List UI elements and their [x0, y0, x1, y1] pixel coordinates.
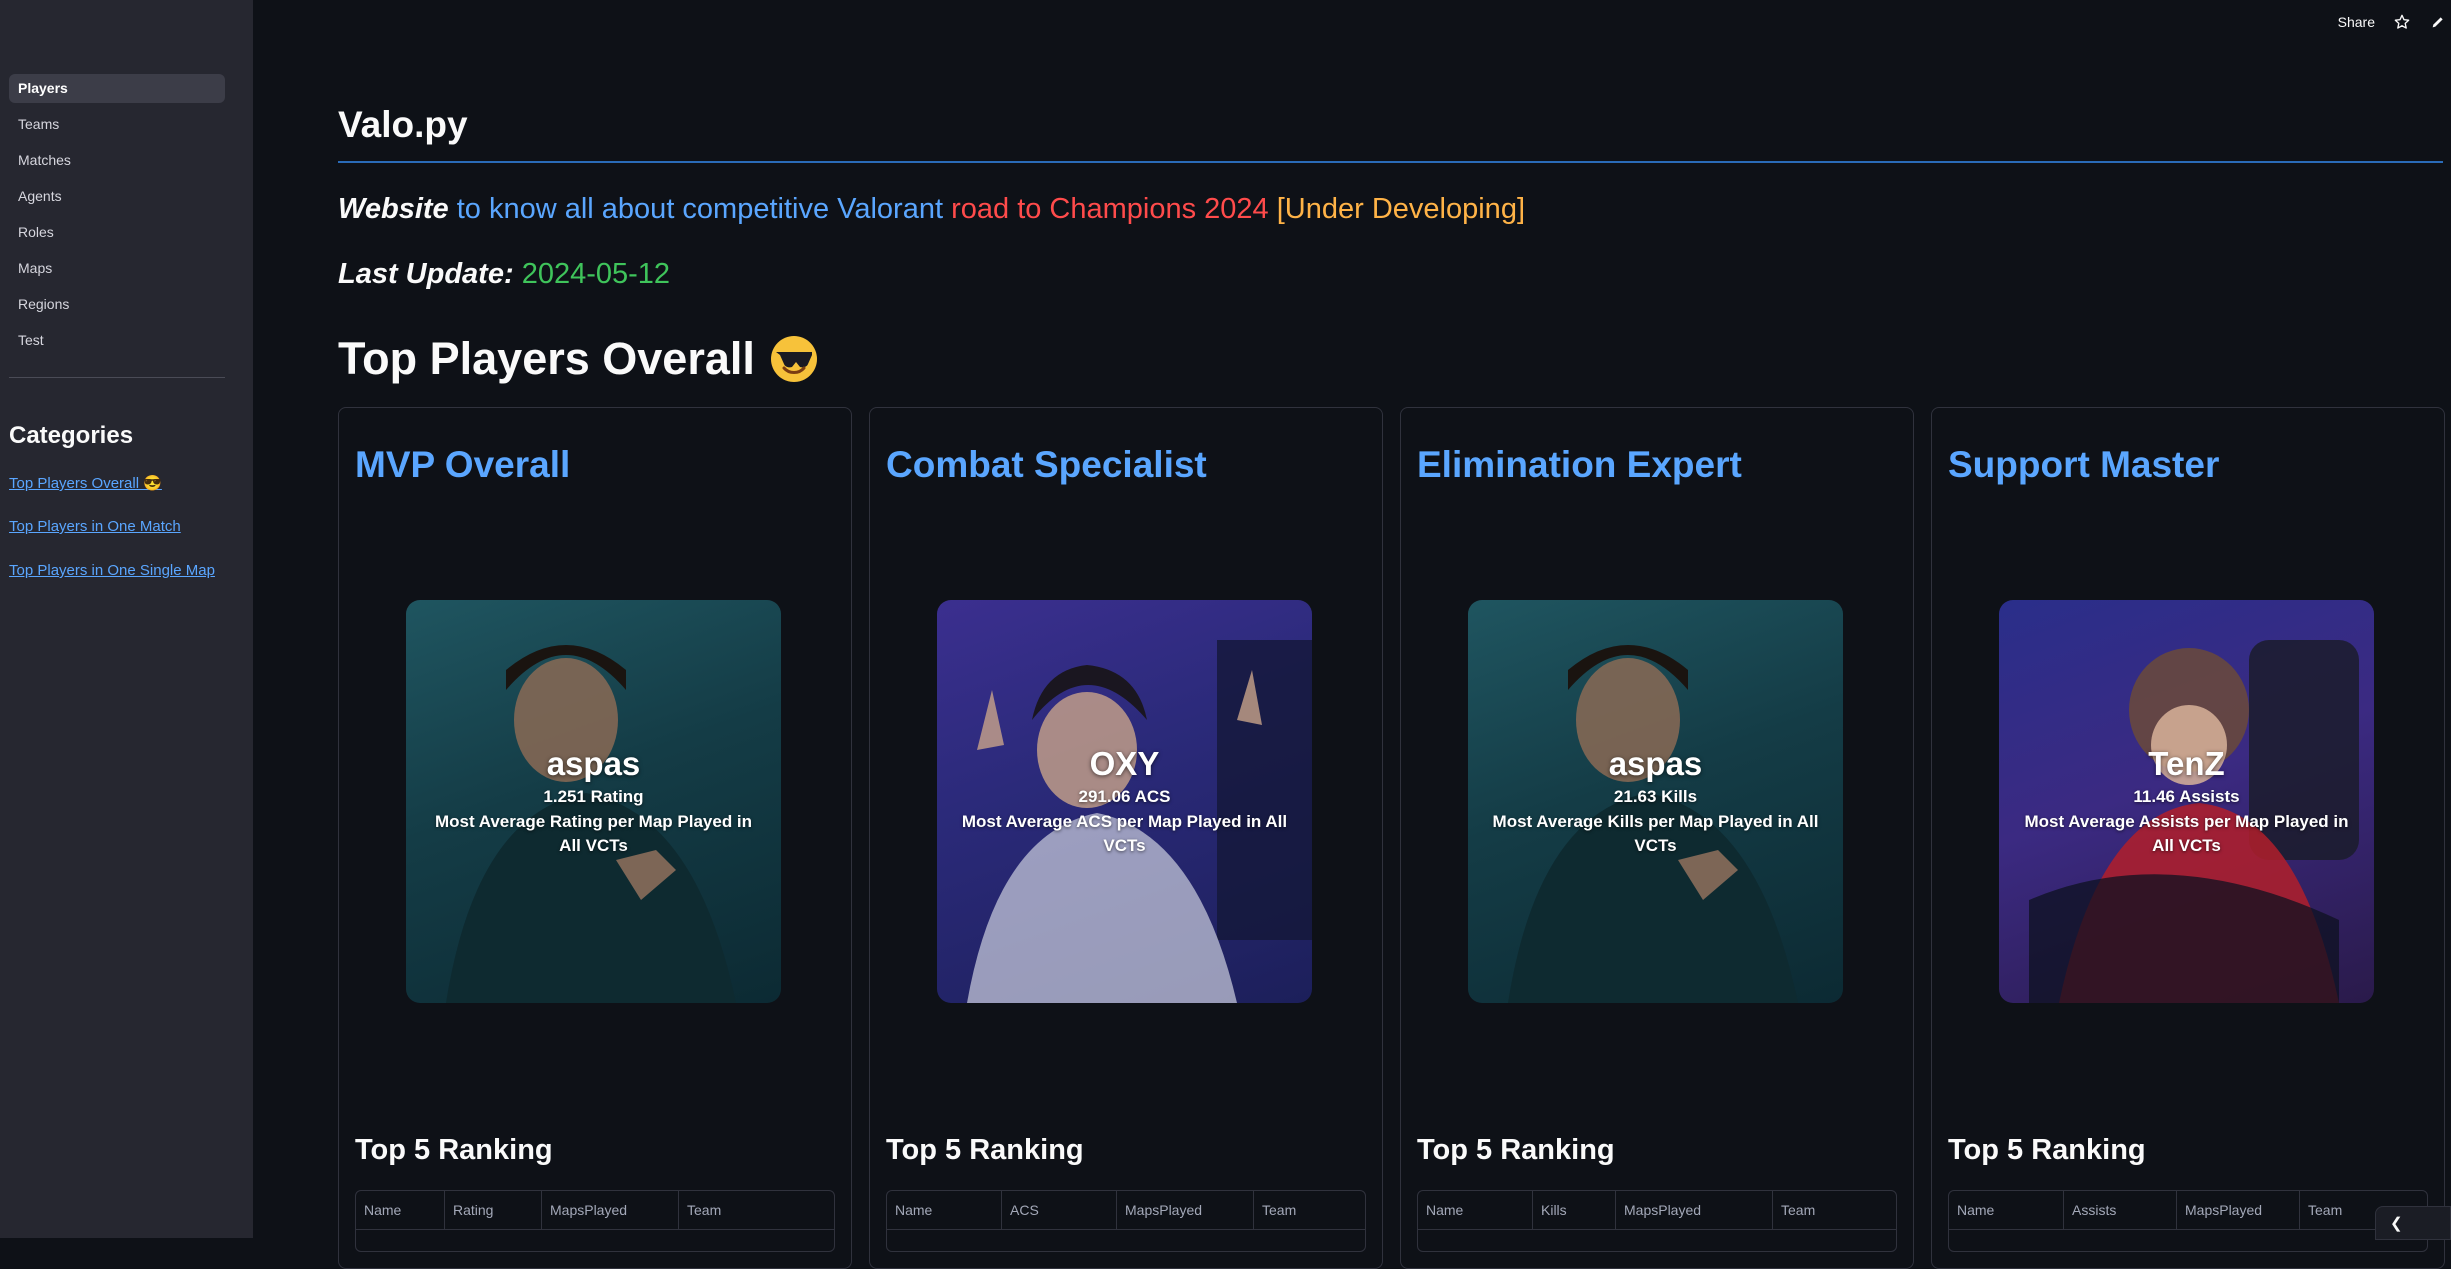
tagline-website: Website [338, 193, 449, 225]
player-name: aspas [1608, 745, 1703, 782]
ranking-title: Top 5 Ranking [355, 1134, 553, 1166]
player-description: Most Average ACS per Map Played in All V… [961, 812, 1288, 855]
sunglasses-emoji-icon [770, 336, 817, 382]
column-header[interactable]: Assists [2064, 1191, 2177, 1229]
ranking-title: Top 5 Ranking [1417, 1134, 1615, 1166]
sidebar-item-agents[interactable]: Agents [9, 182, 225, 211]
player-stat: 1.251 Rating [543, 787, 644, 806]
categories-links: Top Players Overall 😎 Top Players in One… [9, 474, 215, 606]
column-header[interactable]: Name [887, 1191, 1002, 1229]
card-mvp-overall: MVP Overall aspas 1.251 Rating Most Aver… [338, 407, 852, 1269]
column-header[interactable]: MapsPlayed [2177, 1191, 2300, 1229]
tagline: Website to know all about competitive Va… [338, 193, 1525, 226]
card-elimination-expert: Elimination Expert aspas 21.63 Kills Mos… [1400, 407, 1914, 1269]
star-icon[interactable] [2393, 13, 2411, 31]
ranking-title: Top 5 Ranking [1948, 1134, 2146, 1166]
card-title: Elimination Expert [1417, 444, 1742, 485]
player-name: TenZ [2148, 745, 2225, 782]
card-combat-specialist: Combat Specialist OXY 291.06 ACS Most Av… [869, 407, 1383, 1269]
column-header[interactable]: Team [679, 1191, 817, 1229]
column-header[interactable]: Name [1418, 1191, 1533, 1229]
sidebar-item-maps[interactable]: Maps [9, 254, 225, 283]
card-title: Combat Specialist [886, 444, 1207, 485]
player-image: OXY 291.06 ACS Most Average ACS per Map … [937, 600, 1312, 1003]
sidebar-item-roles[interactable]: Roles [9, 218, 225, 247]
page-title: Valo.py [338, 104, 468, 145]
column-header[interactable]: Name [356, 1191, 445, 1229]
top-toolbar: Share [2338, 10, 2451, 34]
sidebar-item-teams[interactable]: Teams [9, 110, 225, 139]
ranking-table-header: Name Rating MapsPlayed Team [356, 1191, 834, 1230]
collapse-panel-button[interactable]: ❮ [2375, 1206, 2451, 1240]
player-image: TenZ 11.46 Assists Most Average Assists … [1999, 600, 2374, 1003]
ranking-table-header: Name Assists MapsPlayed Team [1949, 1191, 2427, 1230]
column-header[interactable]: MapsPlayed [1616, 1191, 1773, 1229]
player-overlay: aspas 1.251 Rating Most Average Rating p… [406, 600, 781, 1003]
column-header[interactable]: Team [1773, 1191, 1881, 1229]
last-update: Last Update: 2024-05-12 [338, 258, 670, 291]
sidebar-item-test[interactable]: Test [9, 326, 225, 355]
sidebar-item-matches[interactable]: Matches [9, 146, 225, 175]
column-header[interactable]: ACS [1002, 1191, 1117, 1229]
player-name: OXY [1089, 745, 1160, 782]
column-header[interactable]: Rating [445, 1191, 542, 1229]
ranking-table[interactable]: Name ACS MapsPlayed Team [886, 1190, 1366, 1252]
tagline-status: [Under Developing] [1268, 193, 1526, 225]
ranking-table-header: Name Kills MapsPlayed Team [1418, 1191, 1896, 1230]
edit-icon[interactable] [2429, 13, 2447, 31]
categories-title: Categories [9, 422, 134, 449]
player-image: aspas 1.251 Rating Most Average Rating p… [406, 600, 781, 1003]
last-update-value: 2024-05-12 [513, 258, 671, 290]
card-title: MVP Overall [355, 444, 571, 485]
sidebar-item-players[interactable]: Players [9, 74, 225, 103]
share-button[interactable]: Share [2338, 14, 2375, 30]
card-support-master: Support Master TenZ 11.46 Assists Most A… [1931, 407, 2445, 1269]
sidebar: Players Teams Matches Agents Roles Maps … [0, 0, 253, 1238]
category-link-top-overall[interactable]: Top Players Overall 😎 [9, 474, 215, 518]
last-update-label: Last Update: [338, 258, 514, 290]
player-description: Most Average Rating per Map Played in Al… [434, 812, 753, 855]
column-header[interactable]: Kills [1533, 1191, 1616, 1229]
chevron-left-icon: ❮ [2390, 1215, 2403, 1232]
section-title: Top Players Overall [338, 333, 819, 385]
ranking-table[interactable]: Name Assists MapsPlayed Team [1948, 1190, 2428, 1252]
player-overlay: aspas 21.63 Kills Most Average Kills per… [1468, 600, 1843, 1003]
card-title: Support Master [1948, 444, 2220, 485]
ranking-table[interactable]: Name Rating MapsPlayed Team [355, 1190, 835, 1252]
sidebar-item-regions[interactable]: Regions [9, 290, 225, 319]
player-image: aspas 21.63 Kills Most Average Kills per… [1468, 600, 1843, 1003]
section-title-text: Top Players Overall [338, 333, 755, 384]
sidebar-nav: Players Teams Matches Agents Roles Maps … [9, 74, 225, 362]
player-overlay: OXY 291.06 ACS Most Average ACS per Map … [937, 600, 1312, 1003]
column-header[interactable]: MapsPlayed [542, 1191, 679, 1229]
player-overlay: TenZ 11.46 Assists Most Average Assists … [1999, 600, 2374, 1003]
tagline-know: to know all about competitive Valorant [448, 193, 944, 225]
player-stat: 11.46 Assists [2133, 787, 2240, 806]
player-stat: 21.63 Kills [1613, 787, 1698, 806]
column-header[interactable]: MapsPlayed [1117, 1191, 1254, 1229]
player-stat: 291.06 ACS [1078, 787, 1171, 806]
ranking-table[interactable]: Name Kills MapsPlayed Team [1417, 1190, 1897, 1252]
category-link-top-single-map[interactable]: Top Players in One Single Map [9, 562, 215, 606]
column-header[interactable]: Name [1949, 1191, 2064, 1229]
ranking-table-header: Name ACS MapsPlayed Team [887, 1191, 1365, 1230]
column-header[interactable]: Team [1254, 1191, 1352, 1229]
player-description: Most Average Assists per Map Played in A… [2024, 812, 2349, 855]
category-link-top-one-match[interactable]: Top Players in One Match [9, 518, 215, 562]
player-description: Most Average Kills per Map Played in All… [1492, 812, 1819, 855]
title-divider [338, 161, 2443, 163]
sidebar-divider [9, 377, 225, 378]
ranking-title: Top 5 Ranking [886, 1134, 1084, 1166]
tagline-champions: road to Champions 2024 [943, 193, 1269, 225]
player-name: aspas [546, 745, 641, 782]
